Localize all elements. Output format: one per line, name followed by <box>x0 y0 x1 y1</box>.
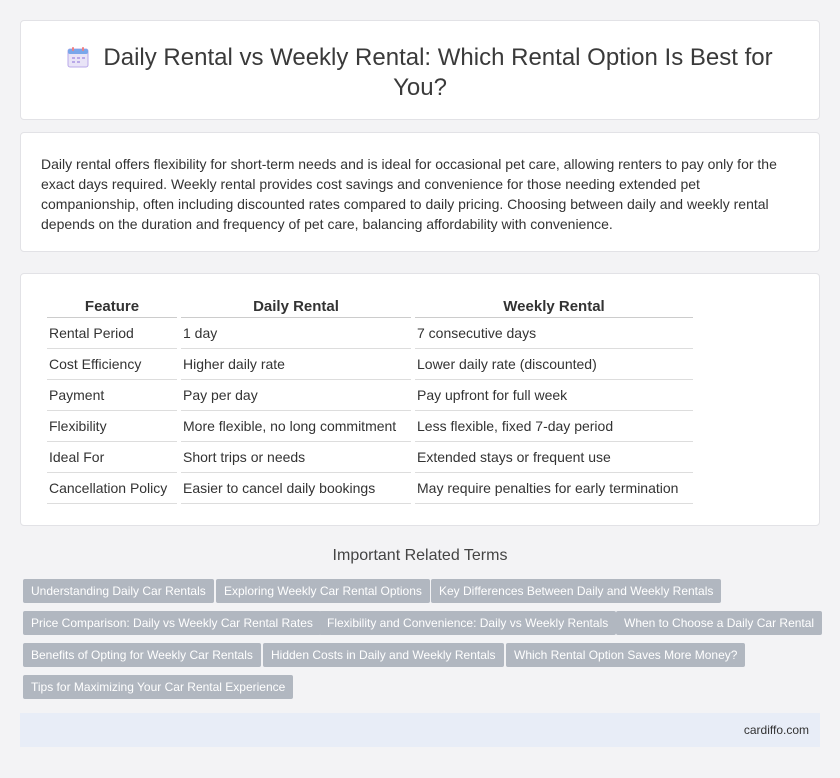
page-title: Daily Rental vs Weekly Rental: Which Ren… <box>21 43 819 103</box>
table-row: Cancellation Policy Easier to cancel dai… <box>47 473 693 504</box>
related-term-tag[interactable]: Price Comparison: Daily vs Weekly Car Re… <box>23 611 321 635</box>
table-row: Ideal For Short trips or needs Extended … <box>47 442 693 473</box>
table-cell: Pay per day <box>181 380 411 411</box>
table-cell: Easier to cancel daily bookings <box>181 473 411 504</box>
intro-card: Daily rental offers flexibility for shor… <box>20 132 820 252</box>
related-term-tag[interactable]: Key Differences Between Daily and Weekly… <box>431 579 722 603</box>
table-cell: Flexibility <box>47 411 177 442</box>
table-cell: Cost Efficiency <box>47 349 177 380</box>
table-cell: Extended stays or frequent use <box>415 442 693 473</box>
table-row: Rental Period 1 day 7 consecutive days <box>47 318 693 349</box>
page-title-text: Daily Rental vs Weekly Rental: Which Ren… <box>103 44 773 101</box>
table-row: Payment Pay per day Pay upfront for full… <box>47 380 693 411</box>
related-term-tag[interactable]: Exploring Weekly Car Rental Options <box>216 579 430 603</box>
table-cell: May require penalties for early terminat… <box>415 473 693 504</box>
related-term-tag[interactable]: Tips for Maximizing Your Car Rental Expe… <box>23 675 294 699</box>
related-term-tag[interactable]: When to Choose a Daily Car Rental <box>616 611 823 635</box>
table-cell: Higher daily rate <box>181 349 411 380</box>
table-cell: More flexible, no long commitment <box>181 411 411 442</box>
calendar-icon <box>67 47 89 68</box>
table-cell: 1 day <box>181 318 411 349</box>
title-card: Daily Rental vs Weekly Rental: Which Ren… <box>20 20 820 120</box>
related-term-tag[interactable]: Which Rental Option Saves More Money? <box>506 643 746 667</box>
table-cell: Ideal For <box>47 442 177 473</box>
table-cell: Short trips or needs <box>181 442 411 473</box>
table-cell: Rental Period <box>47 318 177 349</box>
table-cell: Payment <box>47 380 177 411</box>
related-term-tag[interactable]: Benefits of Opting for Weekly Car Rental… <box>23 643 261 667</box>
header-weekly-rental: Weekly Rental <box>415 296 693 318</box>
footer: cardiffo.com <box>20 713 820 747</box>
table-cell: Pay upfront for full week <box>415 380 693 411</box>
intro-paragraph: Daily rental offers flexibility for shor… <box>41 156 777 232</box>
footer-site-name[interactable]: cardiffo.com <box>744 723 809 737</box>
related-term-tag[interactable]: Understanding Daily Car Rentals <box>23 579 214 603</box>
comparison-card: Feature Daily Rental Weekly Rental Renta… <box>20 273 820 526</box>
table-cell: Cancellation Policy <box>47 473 177 504</box>
header-daily-rental: Daily Rental <box>181 296 411 318</box>
related-term-tag[interactable]: Flexibility and Convenience: Daily vs We… <box>319 611 617 635</box>
comparison-table: Feature Daily Rental Weekly Rental Renta… <box>43 296 697 504</box>
table-header-row: Feature Daily Rental Weekly Rental <box>47 296 693 318</box>
table-row: Cost Efficiency Higher daily rate Lower … <box>47 349 693 380</box>
related-term-tag[interactable]: Hidden Costs in Daily and Weekly Rentals <box>263 643 504 667</box>
table-row: Flexibility More flexible, no long commi… <box>47 411 693 442</box>
header-feature: Feature <box>47 296 177 318</box>
related-terms-heading: Important Related Terms <box>332 547 508 564</box>
table-cell: 7 consecutive days <box>415 318 693 349</box>
table-cell: Less flexible, fixed 7-day period <box>415 411 693 442</box>
table-cell: Lower daily rate (discounted) <box>415 349 693 380</box>
